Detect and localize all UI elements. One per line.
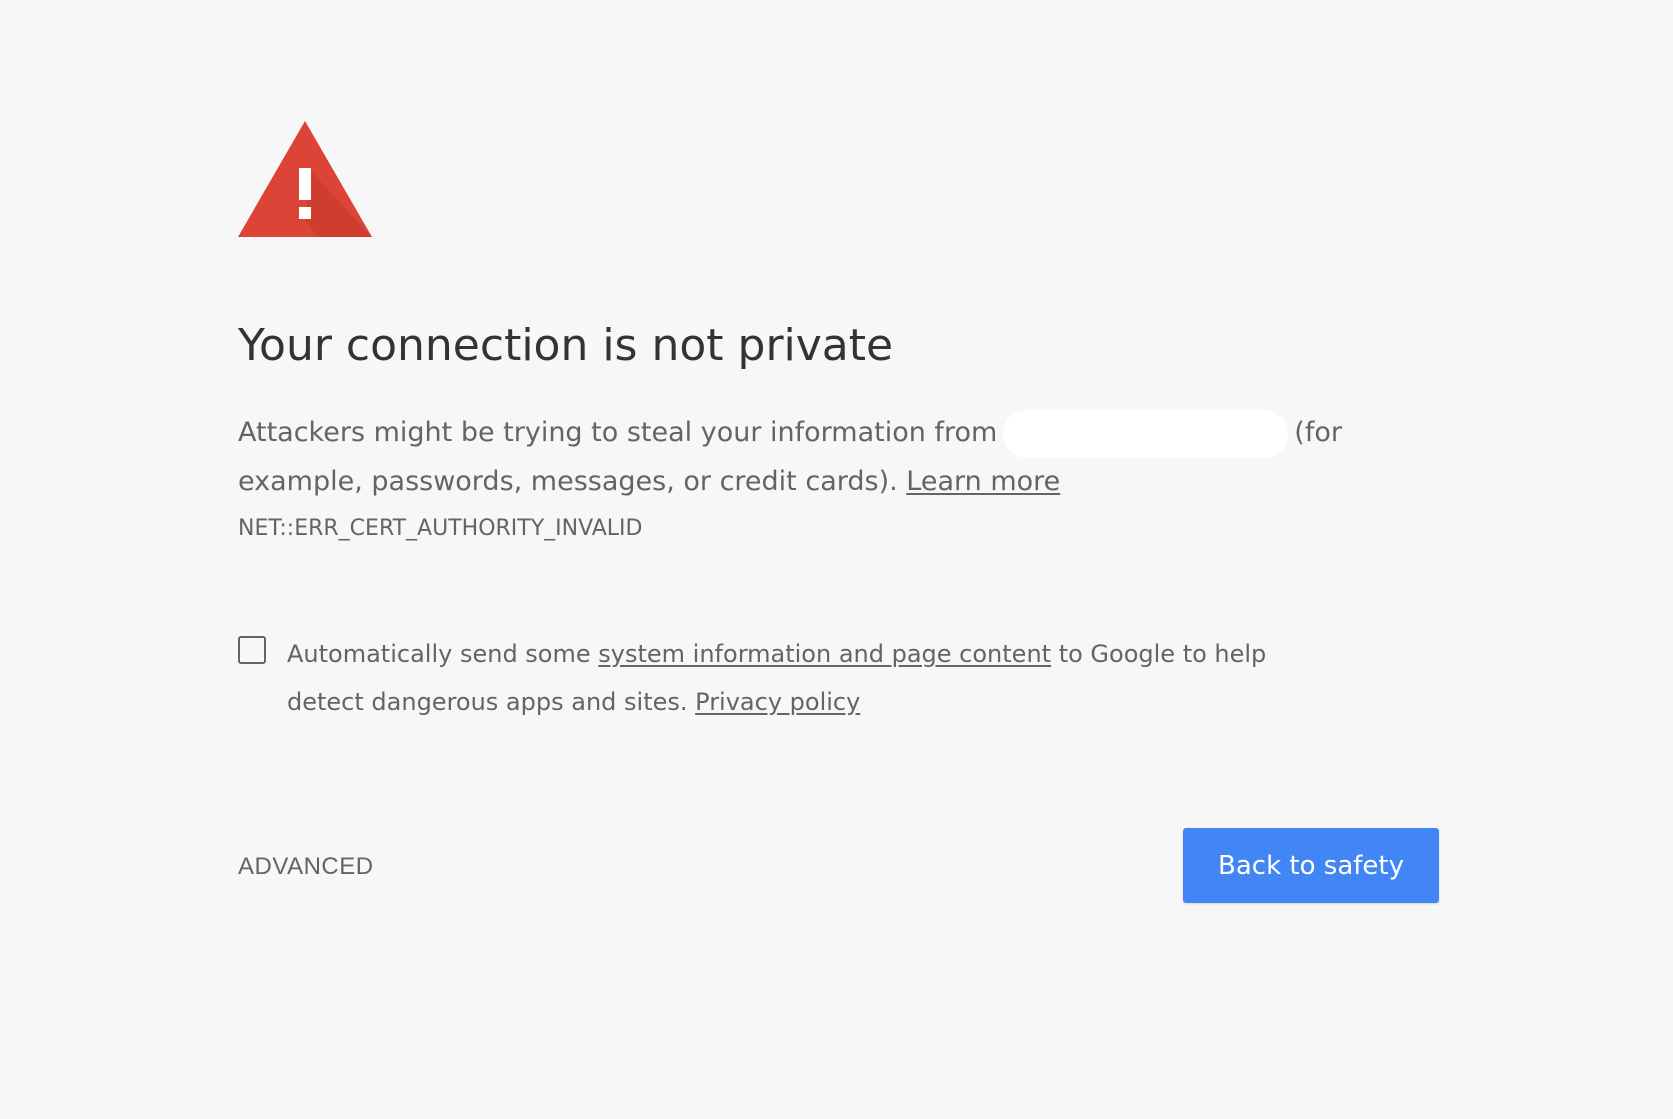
optin-checkbox[interactable] [238, 636, 266, 664]
interstitial-page: Your connection is not private Attackers… [0, 0, 1673, 1119]
system-info-link[interactable]: system information and page content [598, 640, 1051, 668]
privacy-policy-link[interactable]: Privacy policy [695, 688, 860, 716]
redacted-domain [1003, 409, 1289, 458]
explanation-text: Attackers might be trying to steal your … [238, 417, 998, 448]
back-to-safety-button[interactable]: Back to safety [1183, 828, 1439, 903]
learn-more-link[interactable]: Learn more [906, 466, 1060, 497]
explanation-paragraph: Attackers might be trying to steal your … [238, 409, 1368, 506]
page-title: Your connection is not private [238, 320, 894, 371]
optin-text-before: Automatically send some [287, 640, 591, 668]
advanced-button[interactable]: ADVANCED [238, 850, 374, 884]
error-code: NET::ERR_CERT_AUTHORITY_INVALID [238, 516, 643, 541]
optin-label: Automatically send some system informati… [287, 630, 1347, 726]
warning-triangle-icon [238, 121, 372, 237]
